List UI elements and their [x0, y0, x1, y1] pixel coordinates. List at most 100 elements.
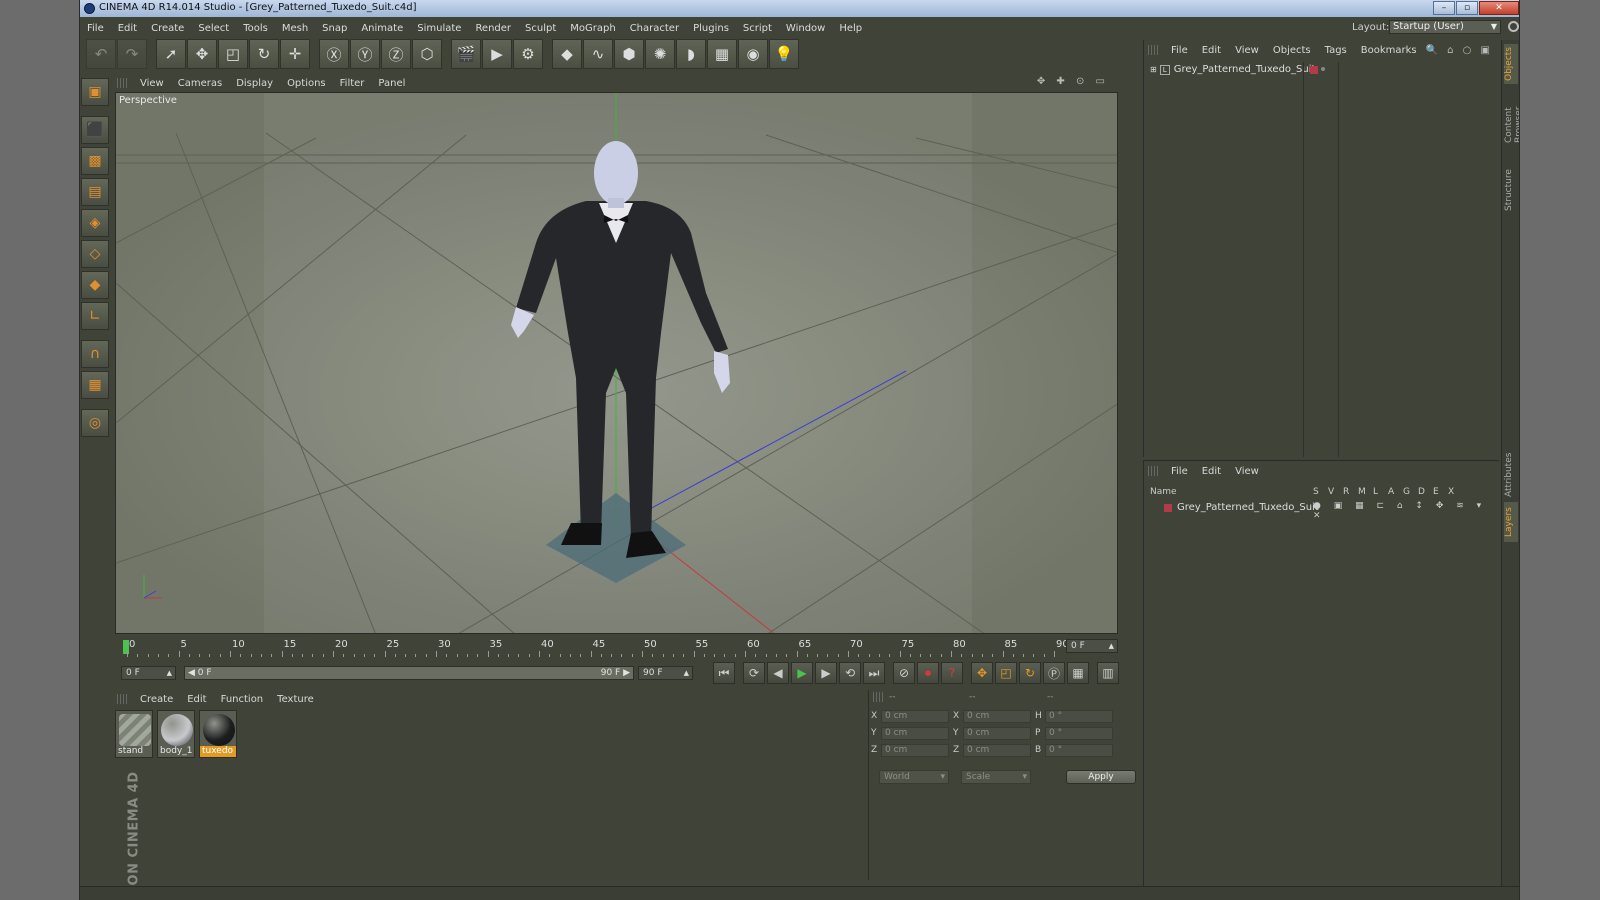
- object-menu-objects[interactable]: Objects: [1266, 45, 1318, 56]
- step-forward-button[interactable]: ▶: [815, 662, 837, 684]
- close-button[interactable]: ✕: [1479, 1, 1519, 15]
- side-tab-structure[interactable]: Structure: [1504, 168, 1518, 212]
- material-body-1[interactable]: body_1: [157, 710, 195, 758]
- texture-mode-button[interactable]: ▩: [81, 147, 109, 175]
- layer-col-e[interactable]: E: [1433, 487, 1439, 497]
- menu-create[interactable]: Create: [144, 23, 191, 34]
- coord-value[interactable]: 0 cm: [881, 727, 949, 740]
- edges-mode-button[interactable]: ◇: [81, 240, 109, 268]
- viewport-menu-cameras[interactable]: Cameras: [171, 78, 229, 89]
- render-settings-button[interactable]: ⚙: [513, 39, 543, 69]
- coord-field-z[interactable]: Z0 cm: [871, 744, 950, 757]
- layer-col-d[interactable]: D: [1418, 487, 1425, 497]
- undo-button[interactable]: ↶: [86, 39, 116, 69]
- menu-animate[interactable]: Animate: [354, 23, 410, 34]
- menu-help[interactable]: Help: [832, 23, 869, 34]
- material-menu-edit[interactable]: Edit: [180, 694, 213, 705]
- goto-end-button[interactable]: ⏭: [863, 662, 885, 684]
- layer-menu-file[interactable]: File: [1164, 466, 1195, 477]
- model-mode-button[interactable]: ⬛: [81, 116, 109, 144]
- coord-value[interactable]: 0 °: [1045, 710, 1113, 723]
- panel-grip-icon[interactable]: [1148, 45, 1158, 55]
- object-menu-view[interactable]: View: [1228, 45, 1266, 56]
- coord-field-x[interactable]: X0 cm: [953, 710, 1032, 723]
- viewport-menu-filter[interactable]: Filter: [333, 78, 372, 89]
- spline-button[interactable]: ∿: [583, 39, 613, 69]
- coord-value[interactable]: 0 cm: [963, 710, 1031, 723]
- viewport-menu-view[interactable]: View: [133, 78, 171, 89]
- axis-mode-button[interactable]: ∟: [81, 302, 109, 330]
- object-menu-bookmarks[interactable]: Bookmarks: [1354, 45, 1424, 56]
- panel-grip-icon[interactable]: [1148, 466, 1158, 476]
- spinner-icon[interactable]: ▲: [167, 667, 172, 679]
- menu-script[interactable]: Script: [736, 23, 779, 34]
- menu-mesh[interactable]: Mesh: [275, 23, 315, 34]
- magnet-button[interactable]: ∩: [81, 340, 109, 368]
- scale-button[interactable]: ◰: [218, 39, 248, 69]
- layer-col-s[interactable]: S: [1313, 487, 1319, 497]
- material-menu-create[interactable]: Create: [133, 694, 180, 705]
- material-menu-function[interactable]: Function: [214, 694, 271, 705]
- search-icon[interactable]: [1508, 21, 1519, 32]
- scene-floor-button[interactable]: ▦: [707, 39, 737, 69]
- layer-color-swatch[interactable]: [1164, 504, 1172, 512]
- current-frame-field[interactable]: 0 F ▲: [1066, 639, 1118, 653]
- coord-field-x[interactable]: X0 cm: [871, 710, 950, 723]
- sculpt-mode-button[interactable]: ◎: [81, 409, 109, 437]
- play-button[interactable]: ▶: [791, 662, 813, 684]
- subdivision-button[interactable]: ⬢: [614, 39, 644, 69]
- keyframe-selection-button[interactable]: ⊘: [893, 662, 915, 684]
- timeline-window-button[interactable]: ▥: [1097, 662, 1119, 684]
- point-level-button[interactable]: ▦: [1067, 662, 1089, 684]
- menu-tools[interactable]: Tools: [236, 23, 275, 34]
- coord-value[interactable]: 0 °: [1045, 727, 1113, 740]
- coord-scale-select[interactable]: Scale ▾: [961, 770, 1031, 784]
- layout-select[interactable]: Startup (User) ▼: [1389, 20, 1501, 34]
- menu-simulate[interactable]: Simulate: [410, 23, 468, 34]
- menu-character[interactable]: Character: [623, 23, 686, 34]
- coord-field-b[interactable]: B0 °: [1035, 744, 1114, 757]
- snap-grid-button[interactable]: ▦: [81, 371, 109, 399]
- deformer-button[interactable]: ◗: [676, 39, 706, 69]
- redo-button[interactable]: ↷: [117, 39, 147, 69]
- layer-flags[interactable]: ● ▣ ▦ ⊏ ⌂ ↕ ✥ ≋ ▾ ✕: [1313, 501, 1494, 521]
- menu-select[interactable]: Select: [191, 23, 236, 34]
- param-key-button[interactable]: Ⓟ: [1043, 662, 1065, 684]
- mograph-cloner-button[interactable]: ✺: [645, 39, 675, 69]
- goto-start-button[interactable]: ⏮: [713, 662, 735, 684]
- rotate-button[interactable]: ↻: [249, 39, 279, 69]
- polygons-mode-button[interactable]: ◆: [81, 271, 109, 299]
- cube-primitive-button[interactable]: ◆: [552, 39, 582, 69]
- timeline-ruler[interactable]: 0 5 10 15 20 25 30 35 40 45 50 55 60 65 70 75 80 85 90: [115, 637, 1118, 657]
- light-button[interactable]: 💡: [769, 39, 799, 69]
- move-button[interactable]: ✥: [187, 39, 217, 69]
- menu-render[interactable]: Render: [468, 23, 518, 34]
- x-axis-button[interactable]: Ⓧ: [319, 39, 349, 69]
- layer-row[interactable]: Grey_Patterned_Tuxedo_Suit ● ▣ ▦ ⊏ ⌂ ↕ ✥…: [1150, 501, 1494, 521]
- coord-value[interactable]: 0 cm: [963, 744, 1031, 757]
- spinner-icon[interactable]: ▲: [1109, 640, 1114, 652]
- points-mode-button[interactable]: ◈: [81, 209, 109, 237]
- z-axis-button[interactable]: Ⓩ: [381, 39, 411, 69]
- viewport-menu-display[interactable]: Display: [229, 78, 280, 89]
- select-pointer-button[interactable]: ➚: [156, 39, 186, 69]
- menu-edit[interactable]: Edit: [111, 23, 144, 34]
- layer-col-g[interactable]: G: [1403, 487, 1410, 497]
- coord-field-p[interactable]: P 0 °: [1035, 727, 1114, 740]
- panel-grip-icon[interactable]: [117, 694, 127, 704]
- move-key-button[interactable]: ✥: [971, 662, 993, 684]
- layer-color-tag[interactable]: [1310, 66, 1318, 74]
- layer-col-v[interactable]: V: [1328, 487, 1334, 497]
- layer-col-l[interactable]: L: [1373, 487, 1378, 497]
- loop-button[interactable]: ⟳: [743, 662, 765, 684]
- object-manager-tool-icons[interactable]: 🔍 ⌂ ○ ▣: [1425, 45, 1493, 56]
- panel-grip-icon[interactable]: [117, 78, 127, 88]
- loop-forward-button[interactable]: ⟲: [839, 662, 861, 684]
- step-back-button[interactable]: ◀: [767, 662, 789, 684]
- menu-sculpt[interactable]: Sculpt: [518, 23, 563, 34]
- end-frame-field[interactable]: 90 F ▲: [638, 666, 693, 680]
- coord-value[interactable]: 0 °: [1045, 744, 1113, 757]
- material-menu-texture[interactable]: Texture: [270, 694, 321, 705]
- menu-snap[interactable]: Snap: [315, 23, 354, 34]
- maximize-button[interactable]: ▫: [1456, 1, 1478, 15]
